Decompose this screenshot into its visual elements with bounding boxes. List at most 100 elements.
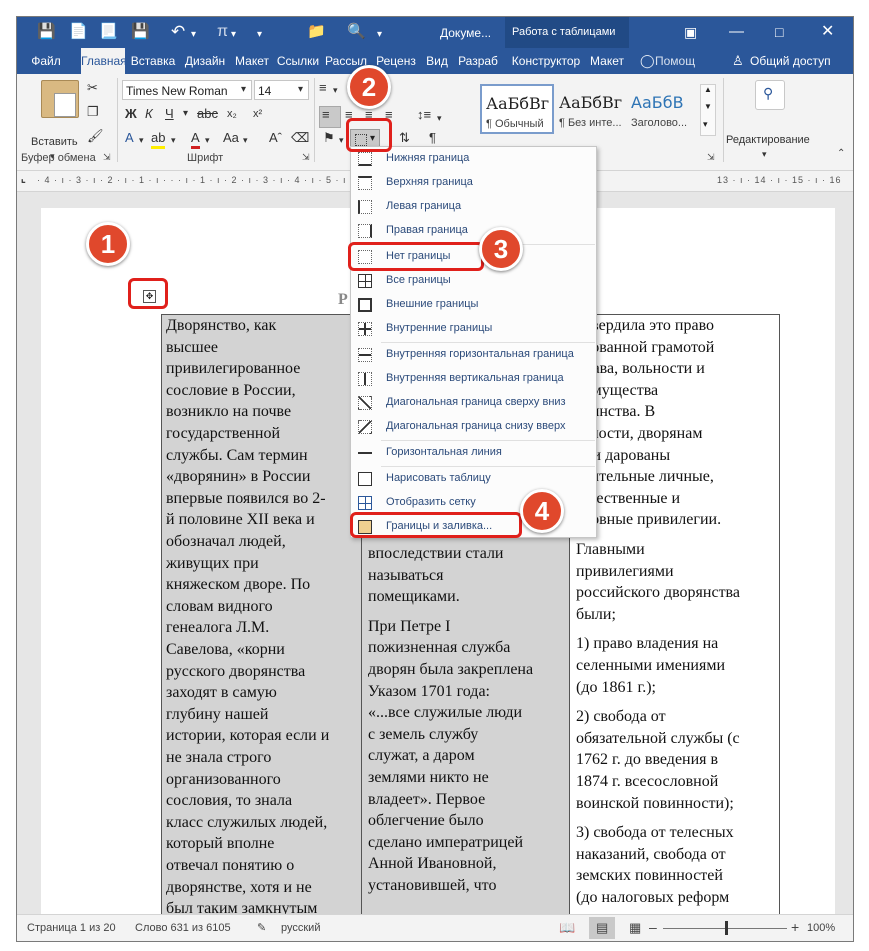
change-case-icon[interactable]: Aa (223, 130, 239, 146)
minimize-icon[interactable]: — (729, 24, 744, 40)
copy-icon[interactable]: ❐ (87, 104, 99, 120)
font-color-icon[interactable]: A (191, 130, 200, 149)
ribbon-display-options-icon[interactable]: ▣ (684, 24, 697, 40)
font-color-dropdown-icon[interactable]: ▾ (205, 132, 210, 148)
highlight-dropdown-icon[interactable]: ▾ (171, 132, 176, 148)
grow-font-icon[interactable]: Aˆ (269, 130, 282, 146)
text-effects-icon[interactable]: A (125, 130, 134, 146)
tell-me-box[interactable]: Помощ (655, 48, 705, 74)
font-name-dropdown-icon[interactable]: ▾ (241, 82, 246, 98)
strikethrough-icon[interactable]: abc (197, 106, 218, 122)
bullets-icon[interactable]: ≡ (319, 80, 327, 96)
styles-down-icon[interactable]: ▼ (704, 102, 712, 111)
new-document-icon-2[interactable]: 📃 (99, 24, 118, 40)
read-mode-icon[interactable]: 📖 (559, 920, 575, 936)
equation-pi-icon[interactable]: π (217, 24, 228, 40)
zoom-out-icon[interactable]: – (649, 919, 657, 935)
clear-formatting-icon[interactable]: ⌫ (291, 130, 309, 146)
tab-table-layout[interactable]: Макет (587, 48, 627, 74)
tab-design[interactable]: Дизайн (181, 48, 229, 74)
shading-dropdown-icon[interactable]: ▾ (339, 132, 344, 148)
editing-dropdown-icon[interactable]: ▾ (762, 146, 767, 162)
styles-up-icon[interactable]: ▲ (704, 85, 712, 94)
undo-icon[interactable]: ↶ (171, 23, 185, 40)
styles-gallery-scroll[interactable]: ▲ ▼ ▾ (700, 84, 716, 136)
clipboard-launcher-icon[interactable]: ⇲ (103, 152, 111, 163)
tab-references[interactable]: Ссылки (275, 48, 321, 74)
menu-item-diagonal-down-border[interactable]: Диагональная граница сверху вниз (352, 392, 595, 415)
highlight-color-icon[interactable]: ab (151, 130, 166, 149)
editing-button[interactable]: ⚲ (755, 80, 785, 110)
tab-developer[interactable]: Разраб (453, 48, 503, 74)
text-effects-dropdown-icon[interactable]: ▾ (139, 132, 144, 148)
print-preview-icon[interactable]: 🔍 (347, 24, 366, 40)
subscript-icon[interactable]: x₂ (227, 106, 237, 122)
menu-item-inside-vertical-border[interactable]: Внутренняя вертикальная граница (352, 368, 595, 391)
maximize-icon[interactable]: □ (775, 24, 783, 40)
italic-icon[interactable]: К (145, 106, 153, 122)
menu-item-diagonal-up-border[interactable]: Диагональная граница снизу вверх (352, 416, 595, 439)
shading-icon[interactable]: ⚑ (323, 130, 335, 146)
change-case-dropdown-icon[interactable]: ▾ (243, 132, 248, 148)
web-layout-icon[interactable]: ▦ (629, 920, 641, 936)
quick-access-more-icon[interactable]: ▾ (257, 27, 262, 43)
menu-item-draw-table[interactable]: Нарисовать таблицу (352, 468, 595, 491)
status-language[interactable]: русский (281, 922, 320, 934)
line-spacing-icon[interactable]: ↕≡ (417, 107, 431, 123)
line-spacing-dropdown-icon[interactable]: ▾ (437, 110, 442, 126)
status-words[interactable]: Слово 631 из 6105 (135, 922, 231, 934)
tab-layout[interactable]: Макет (231, 48, 273, 74)
style-no-spacing[interactable]: АаБбВг ¶ Без инте... (554, 84, 626, 134)
menu-item-outside-borders[interactable]: Внешние границы (352, 294, 595, 317)
menu-item-left-border[interactable]: Левая граница (352, 196, 595, 219)
proofing-icon[interactable]: ✎ (257, 921, 266, 934)
editing-label[interactable]: Редактирование (726, 132, 810, 148)
print-layout-button[interactable]: ▤ (589, 917, 615, 939)
paste-icon[interactable] (41, 80, 79, 118)
table-cell-1[interactable]: Дворянство, как высшее привилегированное со… (162, 315, 362, 935)
tab-insert[interactable]: Вставка (127, 48, 179, 74)
new-document-icon[interactable]: 📄 (69, 24, 88, 40)
underline-dropdown-icon[interactable]: ▾ (183, 106, 188, 122)
pi-dropdown-icon[interactable]: ▾ (231, 27, 236, 43)
font-name-box[interactable]: Times New Roman (122, 80, 252, 100)
cut-icon[interactable]: ✂ (87, 80, 98, 96)
menu-item-inside-borders[interactable]: Внутренние границы (352, 318, 595, 341)
menu-item-inside-horizontal-border[interactable]: Внутренняя горизонтальная граница (352, 344, 595, 367)
style-heading[interactable]: АаБбВ Заголово... (626, 84, 698, 134)
tab-table-design[interactable]: Конструктор (507, 48, 585, 74)
sort-icon[interactable]: ⇅ (399, 130, 410, 146)
close-icon[interactable]: ✕ (821, 24, 834, 40)
style-normal[interactable]: АаБбВг ¶ Обычный (480, 84, 554, 134)
table-cell-3[interactable]: дтвердила это право алованной грамотой пра… (570, 315, 779, 935)
styles-more-icon[interactable]: ▾ (703, 119, 708, 130)
styles-launcher-icon[interactable]: ⇲ (707, 152, 715, 163)
tab-home[interactable]: Главная (81, 48, 125, 74)
menu-item-all-borders[interactable]: Все границы (352, 270, 595, 293)
underline-icon[interactable]: Ч (165, 106, 174, 122)
menu-item-horizontal-line[interactable]: Горизонтальная линия (352, 442, 595, 465)
tab-view[interactable]: Вид (423, 48, 451, 74)
save-icon[interactable]: 💾 (37, 24, 56, 40)
superscript-icon[interactable]: x² (253, 106, 262, 122)
collapse-ribbon-icon[interactable]: ⌃ (837, 148, 845, 159)
font-size-dropdown-icon[interactable]: ▾ (298, 82, 303, 98)
tab-selector-icon[interactable]: ⌞ (21, 174, 26, 185)
bullets-dropdown-icon[interactable]: ▾ (333, 82, 338, 98)
zoom-in-icon[interactable]: + (791, 919, 799, 935)
save-as-icon[interactable]: 💾 (131, 24, 150, 40)
bold-icon[interactable]: Ж (125, 106, 137, 122)
open-folder-icon[interactable]: 📁 (307, 24, 326, 40)
zoom-level[interactable]: 100% (807, 922, 835, 934)
show-marks-icon[interactable]: ¶ (429, 130, 436, 146)
menu-item-right-border[interactable]: Правая граница (352, 220, 595, 243)
format-painter-icon[interactable]: 🖌 (87, 128, 104, 144)
customize-qat-icon[interactable]: ▾ (377, 27, 382, 43)
menu-item-top-border[interactable]: Верхняя граница (352, 172, 595, 195)
tab-file[interactable]: Файл (17, 48, 75, 74)
share-button[interactable]: Общий доступ (750, 48, 846, 74)
font-launcher-icon[interactable]: ⇲ (302, 152, 310, 163)
status-page[interactable]: Страница 1 из 20 (27, 922, 116, 934)
undo-dropdown-icon[interactable]: ▾ (191, 27, 196, 43)
zoom-slider-thumb[interactable] (725, 921, 728, 935)
